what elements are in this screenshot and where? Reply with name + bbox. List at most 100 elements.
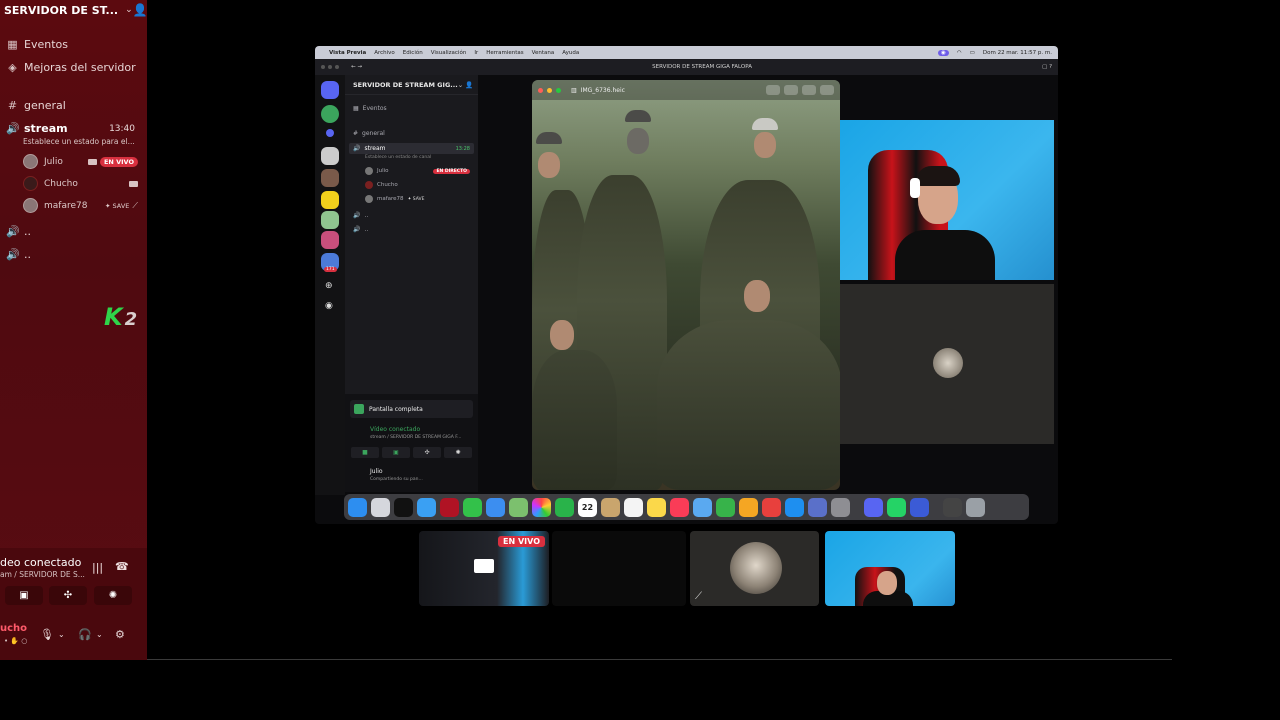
guild-icon[interactable]	[321, 211, 339, 229]
photos-icon[interactable]	[532, 497, 551, 517]
testflight-icon[interactable]	[762, 497, 781, 517]
chevron-down-icon[interactable]: ⌄	[125, 5, 133, 15]
headphones-icon[interactable]: 🎧	[78, 628, 92, 641]
close-window-icon[interactable]	[538, 87, 543, 93]
participant-tile-avatar[interactable]: ⟋	[690, 531, 819, 606]
invite-people-icon[interactable]: 👤	[133, 3, 147, 17]
whatsapp-icon[interactable]	[887, 497, 906, 517]
opera-icon[interactable]	[440, 497, 459, 517]
noise-suppression-icon[interactable]: |||	[92, 561, 103, 574]
apple-tv-icon[interactable]	[394, 497, 413, 517]
keynote-icon[interactable]	[693, 497, 712, 517]
inner-voice-stream[interactable]: 🔊 stream 13:28	[349, 143, 474, 154]
downloads-icon[interactable]	[910, 497, 929, 517]
guild-icon[interactable]	[321, 147, 339, 165]
guild-icon[interactable]	[326, 129, 334, 137]
inner-server-header[interactable]: SERVIDOR DE STREAM GIG... ⌄ 👤	[345, 75, 478, 95]
window-controls[interactable]	[321, 65, 339, 69]
contacts-icon[interactable]	[601, 497, 620, 517]
finder-icon[interactable]	[348, 497, 367, 517]
menu-item[interactable]: Visualización	[431, 50, 467, 56]
menu-item[interactable]: Ventana	[532, 50, 555, 56]
current-user-name[interactable]: ucho	[0, 623, 27, 634]
voice-user-julio[interactable]: Julio EN VIVO	[23, 154, 138, 169]
voice-channel-extra-2[interactable]: 🔊 ..	[6, 248, 31, 261]
numbers-icon[interactable]	[716, 497, 735, 517]
soundboard-button[interactable]: ✺	[444, 447, 472, 458]
share-screen-button[interactable]: ▣	[5, 586, 43, 605]
inner-user-chucho[interactable]: Chucho	[365, 181, 470, 189]
inner-user-mafare78[interactable]: mafare78 ✦ SAVE	[365, 195, 470, 203]
safari-icon[interactable]	[417, 497, 436, 517]
app-store-icon[interactable]	[785, 497, 804, 517]
minimize-window-icon[interactable]	[547, 87, 552, 93]
preview-tools[interactable]	[766, 85, 834, 95]
camera-button[interactable]: ■	[351, 447, 379, 458]
menu-item[interactable]: Edición	[403, 50, 423, 56]
participant-tile-stream[interactable]: EN VIVO	[419, 531, 549, 606]
menu-app-name[interactable]: Vista Previa	[329, 50, 366, 56]
inner-voice-extra-1[interactable]: 🔊..	[353, 212, 368, 219]
share-screen-button[interactable]: ▣	[382, 447, 410, 458]
calendar-icon[interactable]: 22	[578, 497, 597, 517]
voice-channel-extra-1[interactable]: 🔊 ..	[6, 225, 31, 238]
microphone-icon[interactable]: 🎙	[40, 628, 54, 641]
voice-user-mafare78[interactable]: mafare78 ✦ SAVE ⟋	[23, 198, 138, 213]
mail-icon[interactable]	[486, 497, 505, 517]
photo-preview-window[interactable]: ▥ IMG_6736.heic	[532, 80, 840, 490]
events-item[interactable]: ▦ Eventos	[6, 38, 68, 51]
wifi-icon[interactable]: ◠	[957, 50, 962, 56]
preview-icon[interactable]	[808, 497, 827, 517]
participant-tile-webcam[interactable]	[825, 531, 955, 606]
guild-icon[interactable]	[321, 191, 339, 209]
add-server-icon[interactable]: ⊕	[325, 281, 333, 291]
settings-gear-icon[interactable]: ⚙	[115, 628, 125, 641]
discord-icon[interactable]	[864, 497, 883, 517]
inbox-icon[interactable]: ▢ ?	[1042, 64, 1052, 70]
maps-icon[interactable]	[509, 497, 528, 517]
voice-user-chucho[interactable]: Chucho	[23, 176, 138, 191]
activities-button[interactable]: ✣	[49, 586, 87, 605]
trash-icon[interactable]	[966, 497, 985, 517]
window-thumbnail-icon[interactable]	[943, 497, 962, 517]
channel-general[interactable]: # general	[6, 99, 66, 112]
facetime-icon[interactable]	[555, 497, 574, 517]
soundboard-button[interactable]: ✺	[94, 586, 132, 605]
inner-user-julio[interactable]: Julio EN DIRECTO	[365, 167, 470, 175]
screen-share-stream[interactable]: Vista Previa Archivo Edición Visualizaci…	[315, 46, 1058, 524]
participant-tile-camera-off[interactable]	[552, 531, 686, 606]
activities-button[interactable]: ✣	[413, 447, 441, 458]
chevron-down-icon[interactable]: ⌄	[96, 630, 103, 639]
clock[interactable]: Dom 22 mar. 11:57 p. m.	[983, 50, 1052, 56]
system-settings-icon[interactable]	[831, 497, 850, 517]
pages-icon[interactable]	[739, 497, 758, 517]
messages-icon[interactable]	[463, 497, 482, 517]
menu-item[interactable]: Herramientas	[486, 50, 523, 56]
guild-icon[interactable]	[321, 169, 339, 187]
zoom-window-icon[interactable]	[556, 87, 561, 93]
server-header[interactable]: SERVIDOR DE ST... ⌄ 👤	[0, 0, 147, 20]
server-boosts-item[interactable]: ◈ Mejoras del servidor	[6, 61, 135, 74]
chevron-down-icon[interactable]: ⌄	[58, 630, 65, 639]
inner-voice-extra-2[interactable]: 🔊..	[353, 226, 368, 233]
reminders-icon[interactable]	[624, 497, 643, 517]
explore-icon[interactable]: ◉	[325, 301, 333, 311]
menu-item[interactable]: Archivo	[374, 50, 395, 56]
inner-events[interactable]: ▦ Eventos	[353, 105, 387, 112]
menu-item[interactable]: Ayuda	[562, 50, 579, 56]
chevron-down-icon[interactable]: ⌄ 👤	[458, 81, 474, 89]
music-icon[interactable]	[670, 497, 689, 517]
discord-tray-icon[interactable]: ◉	[938, 49, 949, 56]
notes-icon[interactable]	[647, 497, 666, 517]
voice-channel-stream[interactable]: 🔊 stream	[6, 122, 68, 135]
fullscreen-banner[interactable]: Pantalla completa	[350, 400, 473, 418]
voice-channel-status[interactable]: Establece un estado para el...	[23, 137, 135, 146]
sidebar-toggle-icon[interactable]: ▥	[571, 87, 577, 94]
disconnect-icon[interactable]: ☎	[115, 560, 129, 573]
nav-arrows-icon[interactable]: ← →	[351, 64, 362, 70]
guild-icon[interactable]	[321, 231, 339, 249]
inner-self-name[interactable]: Julio	[370, 468, 383, 475]
guild-icon[interactable]	[321, 105, 339, 123]
discord-home-icon[interactable]	[321, 81, 339, 99]
inner-stream-status[interactable]: Establece un estado de canal	[365, 155, 431, 160]
